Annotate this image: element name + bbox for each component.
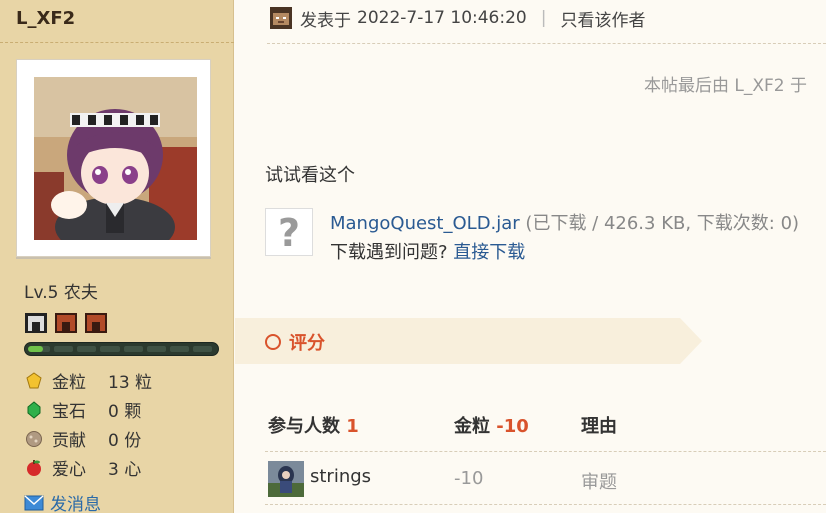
participants-count[interactable]: 1 [346, 416, 359, 437]
emerald-icon [24, 400, 44, 420]
attachment-info: MangoQuest_OLD.jar (已下载 / 426.3 KB, 下载次数… [330, 209, 799, 235]
username[interactable]: L_XF2 [16, 8, 75, 29]
post-content: 发表于 2022-7-17 10:46:20 | 只看该作者 本帖最后由 L_X… [235, 0, 826, 513]
gold-header: 金粒 -10 [454, 416, 529, 437]
header-divider [267, 43, 826, 44]
separator: | [540, 8, 547, 28]
stat-label: 宝石 [52, 402, 86, 422]
envelope-icon [24, 494, 44, 510]
svg-text:?: ? [278, 212, 300, 252]
last-edit-note: 本帖最后由 L_XF2 于 [644, 76, 808, 96]
stat-label: 金粒 [52, 373, 86, 393]
rating-row: strings -10 审题 [268, 460, 826, 498]
direct-download-link[interactable]: 直接下载 [453, 242, 525, 263]
gold-total: -10 [496, 416, 529, 437]
stat-value: 0 颗 [108, 402, 142, 422]
download-problem: 下载遇到问题? 直接下载 [330, 238, 525, 264]
stat-value: 13 粒 [108, 373, 153, 393]
avatar[interactable] [16, 59, 211, 257]
rating-title: 评分 [265, 329, 325, 355]
post-body-text: 试试看这个 [265, 165, 355, 186]
post-header: 发表于 2022-7-17 10:46:20 | 只看该作者 [270, 4, 645, 32]
apple-icon [24, 458, 44, 478]
stat-contribution: 贡献 0 份 [24, 424, 152, 453]
contribution-icon [24, 429, 44, 449]
rater-name[interactable]: strings [310, 466, 371, 487]
experience-fill [28, 346, 43, 352]
badges [24, 311, 108, 335]
user-stats: 金粒 13 粒 宝石 0 颗 贡献 0 份 爱心 3 心 [24, 366, 152, 482]
rater-score: -10 [454, 468, 484, 489]
stat-love: 爱心 3 心 [24, 453, 152, 482]
download-problem-text: 下载遇到问题? [330, 242, 454, 263]
reason-header: 理由 [581, 416, 617, 437]
stat-value: 3 心 [108, 460, 142, 480]
gold-nugget-icon [24, 371, 44, 391]
rating-divider [265, 451, 826, 452]
circle-icon [265, 334, 281, 350]
steve-helmet-icon[interactable] [24, 311, 48, 335]
stat-label: 贡献 [52, 431, 86, 451]
experience-bar [24, 342, 219, 356]
stat-label: 爱心 [52, 460, 86, 480]
author-avatar-icon [270, 7, 292, 29]
rater-reason: 审题 [581, 472, 617, 493]
user-sidebar: L_XF2 Lv.5 农夫 金粒 13 粒 宝石 0 颗 贡献 0 份 爱心 3… [0, 0, 234, 513]
stat-value: 0 份 [108, 431, 142, 451]
attachment-link[interactable]: MangoQuest_OLD.jar [330, 213, 520, 234]
send-message-link[interactable]: 发消息 [24, 490, 101, 513]
attachment-meta: (已下载 / 426.3 KB, 下载次数: 0) [519, 213, 800, 234]
stat-gold: 金粒 13 粒 [24, 366, 152, 395]
posted-time: 2022-7-17 10:46:20 [357, 8, 527, 28]
leather-helmet-icon[interactable] [84, 311, 108, 335]
rating-title-label: 评分 [289, 333, 325, 354]
rater-avatar[interactable] [268, 461, 304, 497]
sidebar-divider [0, 42, 234, 43]
stat-emerald: 宝石 0 颗 [24, 395, 152, 424]
avatar-image [34, 77, 197, 240]
user-level[interactable]: Lv.5 农夫 [24, 278, 98, 303]
participants-label: 参与人数 1 [268, 416, 359, 437]
send-message-label: 发消息 [50, 495, 101, 513]
author-only-link[interactable]: 只看该作者 [560, 6, 645, 31]
unknown-file-icon: ? [265, 208, 313, 256]
posted-prefix: 发表于 [300, 10, 351, 31]
rating-divider [265, 504, 826, 505]
leather-helmet-icon[interactable] [54, 311, 78, 335]
